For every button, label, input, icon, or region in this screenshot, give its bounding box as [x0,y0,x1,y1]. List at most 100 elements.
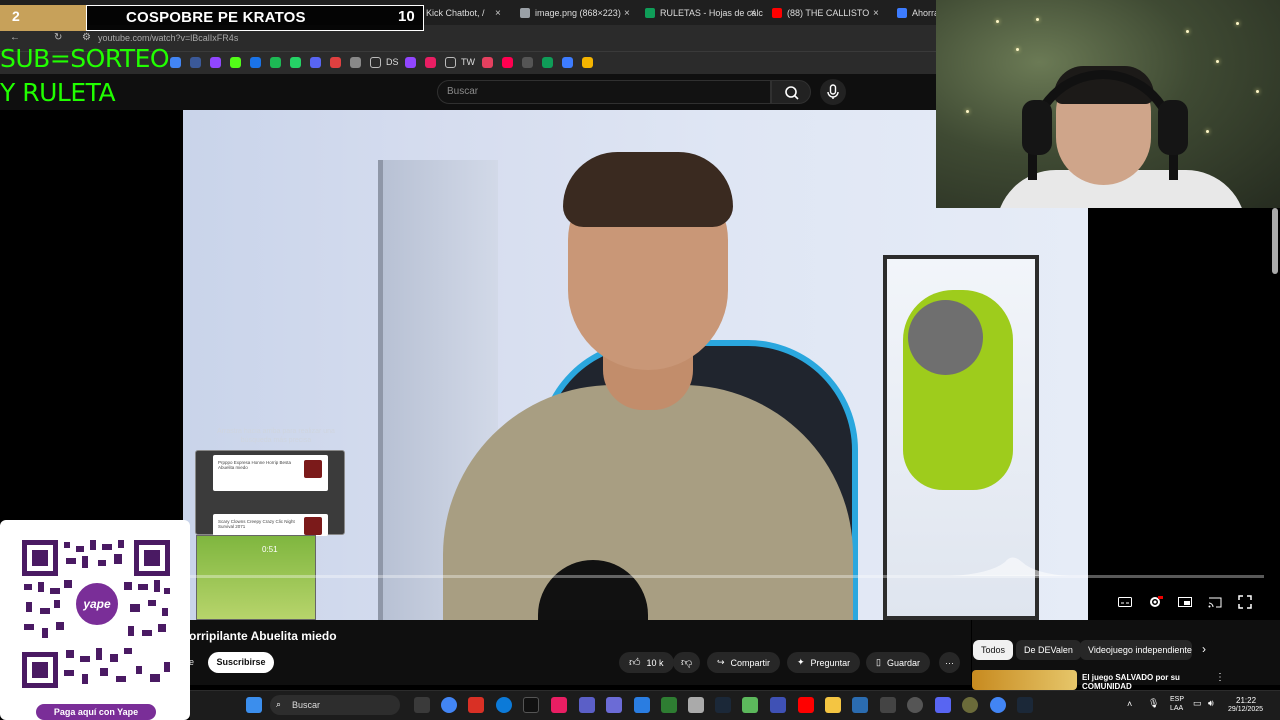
network-icon[interactable]: ▭ [1193,698,1202,709]
url-text[interactable]: youtube.com/watch?v=lBcalIxFR4s [98,33,238,43]
search-input[interactable] [437,80,771,104]
steam-icon[interactable] [1017,697,1033,713]
spotify-icon[interactable] [270,57,281,68]
calculator-icon[interactable] [688,697,704,713]
microphone-tray-icon[interactable]: 🎙︎ [1148,698,1159,709]
bookmark-ds[interactable]: DS [386,57,399,67]
close-icon[interactable]: × [495,4,505,22]
drive-icon[interactable] [250,57,261,68]
preview-card-thumb [304,460,322,478]
bookmark-icon: ▯ [876,657,881,667]
file-explorer-icon[interactable] [825,697,841,713]
miniplayer-icon[interactable] [1177,594,1193,610]
teams-icon[interactable] [579,697,595,713]
bookmark-icon[interactable] [522,57,533,68]
settings-icon[interactable] [1147,594,1163,610]
steam-icon[interactable] [715,697,731,713]
edge-icon[interactable] [496,697,512,713]
tab-image[interactable]: image.png (868×223) [520,4,630,22]
reload-icon[interactable]: ↻ [54,32,62,43]
chevron-up-icon[interactable]: ˄ [1127,699,1132,709]
language-indicator[interactable]: ESP [1170,696,1184,703]
progress-bar[interactable] [190,575,1264,578]
twitch-icon[interactable] [405,57,416,68]
keyboard-layout[interactable]: LAA [1170,705,1183,712]
task-view-icon[interactable] [414,697,430,713]
youtube-icon[interactable] [798,697,814,713]
globe-icon [520,8,530,18]
bookmark-icon[interactable] [425,57,436,68]
tab-icon [897,8,907,18]
discord-icon[interactable] [310,57,321,68]
app-icon[interactable] [962,697,978,713]
subtitles-icon[interactable] [1117,594,1133,610]
fairy-light [1216,60,1219,63]
back-icon[interactable]: ← [10,32,20,43]
subscribe-button[interactable]: Suscribirse [208,652,274,673]
bookmark-icon[interactable] [482,57,493,68]
chip-devalen[interactable]: De DEValen [1016,640,1081,660]
whatsapp-icon[interactable] [290,57,301,68]
chevron-right-icon[interactable]: › [1202,642,1206,656]
close-icon[interactable]: × [750,4,760,22]
cast-icon[interactable] [1207,594,1223,610]
app-icon[interactable] [523,697,539,713]
headphone-ear-left [1022,100,1052,155]
like-button[interactable]: 👍︎ 10 k [619,652,674,673]
google-icon[interactable] [170,57,181,68]
app-icon[interactable] [634,697,650,713]
fullscreen-icon[interactable] [1237,594,1253,610]
share-button[interactable]: ↪ Compartir [707,652,781,673]
minecraft-icon[interactable] [742,697,758,713]
app-icon[interactable] [770,697,786,713]
folder-icon[interactable] [370,57,381,68]
chip-indie-game[interactable]: Videojuego independiente [1080,640,1192,660]
site-info-icon[interactable]: ⚙ [82,32,91,43]
chrome-icon[interactable] [441,697,457,713]
app-icon[interactable] [606,697,622,713]
sheets-icon [645,8,655,18]
tab-ruletas[interactable]: RULETAS - Hojas de cálc [645,4,765,22]
capcut-icon[interactable] [551,697,567,713]
kick-icon[interactable] [230,57,241,68]
dislike-button[interactable]: 👎︎ [673,652,701,673]
tab-kick[interactable]: Kick Chatbot, / [426,4,506,22]
close-icon[interactable]: × [873,4,883,22]
chrome-icon[interactable] [990,697,1006,713]
app-icon[interactable] [880,697,896,713]
voice-search-button[interactable] [820,79,846,105]
more-vert-icon[interactable]: ⋮ [1215,672,1225,683]
bookmark-icon[interactable] [350,57,361,68]
taskbar-search[interactable] [270,695,400,715]
obs-icon[interactable] [907,697,923,713]
app-icon[interactable] [468,697,484,713]
chip-all[interactable]: Todos [973,640,1014,660]
more-actions-button[interactable]: ··· [939,652,960,673]
scrollbar[interactable] [1272,208,1278,274]
clock-time[interactable]: 21:22 [1236,696,1256,705]
bookmark-icon[interactable] [502,57,513,68]
twitch-icon[interactable] [210,57,221,68]
bookmark-icon[interactable] [330,57,341,68]
folder-icon[interactable] [445,57,456,68]
windows-start-icon[interactable] [246,697,262,713]
tab-youtube[interactable]: (88) THE CALLISTO PROT [772,4,872,22]
bookmark-icon[interactable] [562,57,573,68]
save-button[interactable]: ▯ Guardar [866,652,930,673]
bookmark-icon[interactable] [190,57,201,68]
app-icon[interactable] [852,697,868,713]
clock-date[interactable]: 29/12/2025 [1228,706,1263,713]
search-button[interactable] [771,80,811,104]
discord-icon[interactable] [935,697,951,713]
bookmark-tw[interactable]: TW [461,57,475,67]
close-icon[interactable]: × [624,4,634,22]
bookmark-icon[interactable] [542,57,553,68]
recommendation-title[interactable]: El juego SALVADO por su COMUNIDAD [1082,673,1192,691]
ask-button[interactable]: ✦ Preguntar [787,652,861,673]
bookmark-icon[interactable] [582,57,593,68]
tab-ahorra[interactable]: Ahorra [897,4,937,22]
volume-icon[interactable]: 🔊︎ [1208,698,1214,709]
app-icon[interactable] [661,697,677,713]
recommendation-thumbnail[interactable] [972,670,1077,690]
fairy-light [1256,90,1259,93]
